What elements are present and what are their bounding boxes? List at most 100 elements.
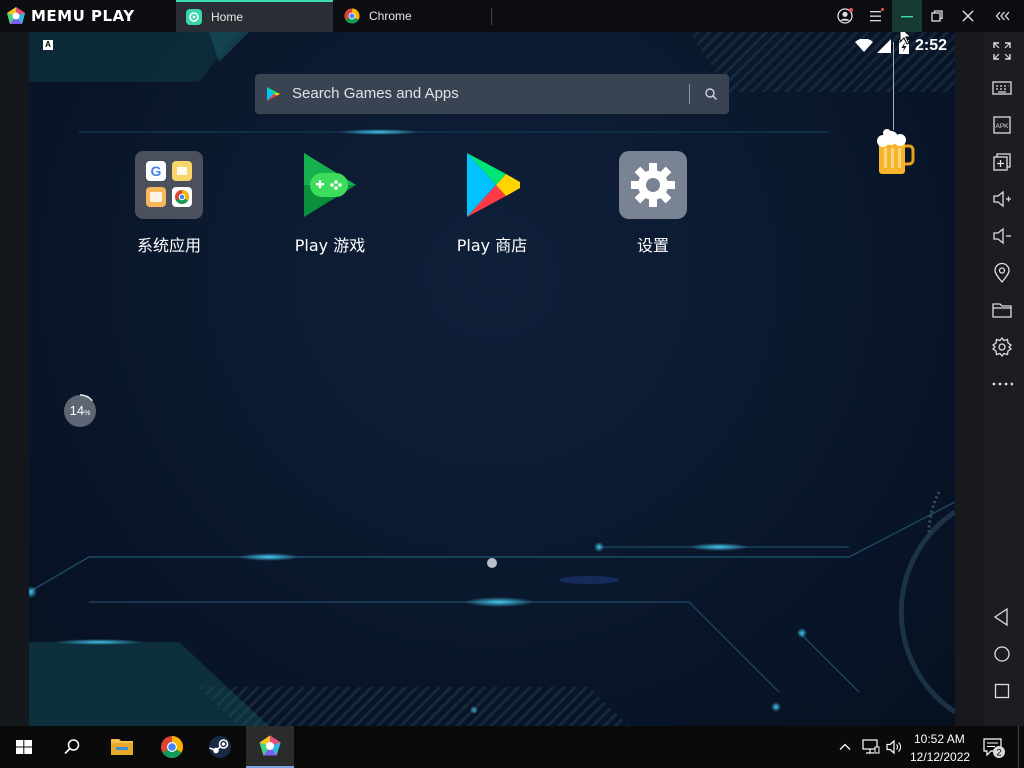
page-indicator-dot [487,558,497,568]
svg-text:G: G [151,163,162,179]
show-desktop-divider[interactable] [1018,726,1019,768]
more-icon [992,382,1014,386]
home-button[interactable] [991,643,1013,665]
mouse-cursor [899,32,913,45]
memu-app-icon [259,735,281,756]
collapse-toolbar-button[interactable] [988,0,1018,32]
tab-chrome[interactable]: Chrome [334,0,492,32]
location-icon [994,262,1010,284]
app-label: Play 商店 [456,236,528,255]
system-apps-folder-icon: G [135,151,203,219]
beer-string [893,42,894,130]
tab-chrome-label: Chrome [369,9,412,23]
volume-up-icon [993,190,1011,208]
tab-home[interactable]: Home [176,0,333,32]
wallpaper-circuit-art [29,32,955,726]
beer-mug-icon[interactable] [875,128,915,176]
play-store-small-icon [267,87,280,101]
emulator-title-bar: MEMU PLAY Home Chrome [0,0,1024,32]
app-settings[interactable]: 设置 [593,151,713,256]
app-play-games[interactable]: Play 游戏 [270,151,390,256]
restore-icon [931,10,943,22]
multi-instance-button[interactable] [991,151,1013,173]
apk-install-button[interactable]: APK [991,114,1013,136]
tab-home-label: Home [211,10,244,24]
file-explorer-button[interactable] [98,726,146,768]
app-play-store[interactable]: Play 商店 [432,151,552,256]
search-placeholder[interactable]: Search Games and Apps [292,74,459,114]
android-screen[interactable]: A 2:52 Search Games and Apps G 系统应用 Play… [29,32,955,726]
search-taskbar-button[interactable] [48,726,96,768]
steam-taskbar-button[interactable] [196,726,244,768]
recents-button[interactable] [991,680,1013,702]
chevrons-left-icon [995,11,1010,21]
settings-icon [991,336,1013,358]
memu-home-icon [186,9,202,25]
memu-logo: MEMU PLAY [6,6,135,26]
shared-folder-button[interactable] [991,299,1013,321]
notification-center-icon[interactable]: 2 [982,737,1006,759]
volume-down-button[interactable] [991,225,1013,247]
chrome-icon [161,736,183,758]
show-hidden-icons-chevron-icon[interactable] [838,740,852,754]
taskbar-time[interactable]: 10:52 AM [914,732,965,746]
cellular-signal-icon [876,39,891,53]
right-toolbar: APK [955,32,1024,726]
minimize-button[interactable] [892,0,922,32]
settings-button[interactable] [991,336,1013,358]
menu-button[interactable] [861,0,891,32]
file-explorer-icon [111,739,133,755]
memu-taskbar-button[interactable] [246,726,294,768]
keyboard-mapping-button[interactable] [991,77,1013,99]
windows-taskbar: 10:52 AM 12/12/2022 2 [0,726,1024,768]
apk-label: APK [995,123,1009,130]
recents-icon [994,683,1010,699]
location-button[interactable] [991,262,1013,284]
tab-divider [491,8,492,25]
taskbar-date[interactable]: 12/12/2022 [910,750,970,764]
volume-down-icon [993,227,1011,245]
home-icon [994,646,1010,662]
settings-gear-icon [619,151,687,219]
more-button[interactable] [991,373,1014,395]
fullscreen-icon [993,42,1011,60]
search-icon[interactable] [704,87,718,101]
minimize-icon [901,16,913,18]
app-label: 系统应用 [136,236,201,255]
shared-folder-icon [992,303,1012,318]
notification-count: 2 [996,748,1001,758]
app-name: MEMU PLAY [31,7,135,25]
volume-up-button[interactable] [991,188,1013,210]
multi-instance-icon [993,153,1011,171]
boost-percentage[interactable]: 14% [63,394,97,428]
fullscreen-button[interactable] [991,40,1013,62]
boost-unit: % [84,410,91,417]
chrome-taskbar-button[interactable] [148,726,196,768]
keyboard-indicator: A [43,40,53,50]
boost-value: 14 [69,403,85,418]
keyboard-mapping-icon [992,81,1012,95]
app-label: Play 游戏 [294,236,366,255]
restore-button[interactable] [922,0,952,32]
search-icon [64,739,80,755]
search-bar[interactable]: Search Games and Apps [255,74,729,114]
account-button[interactable] [830,0,860,32]
chrome-icon [344,8,360,24]
close-icon [962,10,974,22]
start-button[interactable] [0,726,48,768]
account-icon [837,8,853,24]
status-clock: 2:52 [914,37,947,54]
steam-icon [209,736,231,758]
back-icon [993,607,1008,627]
wifi-icon [854,39,873,52]
hamburger-menu-icon [870,8,884,22]
network-icon[interactable] [862,739,880,755]
app-system-apps[interactable]: G 系统应用 [109,151,229,256]
play-games-icon [304,153,356,217]
app-label: 设置 [636,236,669,255]
apk-install-icon: APK [993,116,1011,134]
speaker-icon[interactable] [885,739,903,755]
back-button[interactable] [991,606,1013,628]
left-edge-strip [0,32,29,726]
close-button[interactable] [953,0,983,32]
